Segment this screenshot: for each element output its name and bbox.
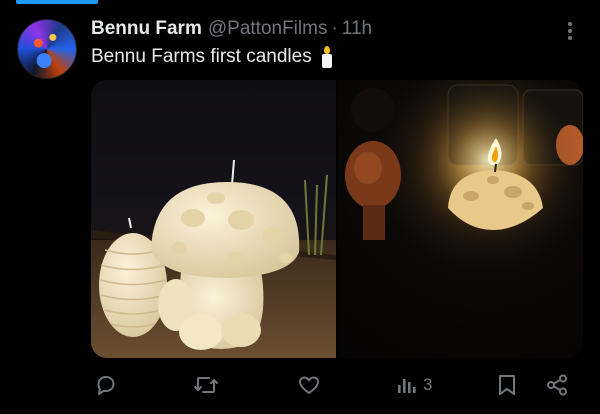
post-text-content: Bennu Farms first candles <box>91 46 312 67</box>
reply-button[interactable] <box>94 372 118 398</box>
more-options-icon[interactable] <box>566 22 574 40</box>
avatar[interactable] <box>17 19 77 79</box>
like-icon <box>299 376 319 394</box>
display-name[interactable]: Bennu Farm <box>91 18 202 40</box>
candle-emoji-icon <box>320 46 334 68</box>
post-timestamp[interactable]: 11h <box>342 18 372 40</box>
repost-icon <box>194 377 218 393</box>
views-count: 3 <box>423 375 433 394</box>
separator-dot: · <box>331 18 338 39</box>
user-handle[interactable]: @PattonFilms <box>208 18 328 40</box>
reply-icon <box>97 376 115 395</box>
like-button[interactable] <box>297 372 321 398</box>
lit-candle-photo[interactable] <box>338 80 583 358</box>
active-tab-indicator <box>16 0 98 4</box>
views-button[interactable]: 3 <box>396 372 432 398</box>
lit-mushroom-candle-illustration <box>345 80 583 250</box>
repost-button[interactable] <box>193 372 219 398</box>
bookmark-icon <box>499 375 515 395</box>
mushroom-candle-and-beehive-candle-illustration <box>91 159 336 358</box>
views-icon <box>398 379 416 393</box>
share-icon <box>547 374 567 396</box>
share-button[interactable] <box>545 372 569 398</box>
post-text: Bennu Farms first candles <box>91 46 334 68</box>
bookmark-button[interactable] <box>496 372 518 398</box>
candles-photo[interactable] <box>91 80 336 358</box>
post-media <box>91 80 583 358</box>
post-header: Bennu Farm @PattonFilms · 11h <box>91 17 372 41</box>
